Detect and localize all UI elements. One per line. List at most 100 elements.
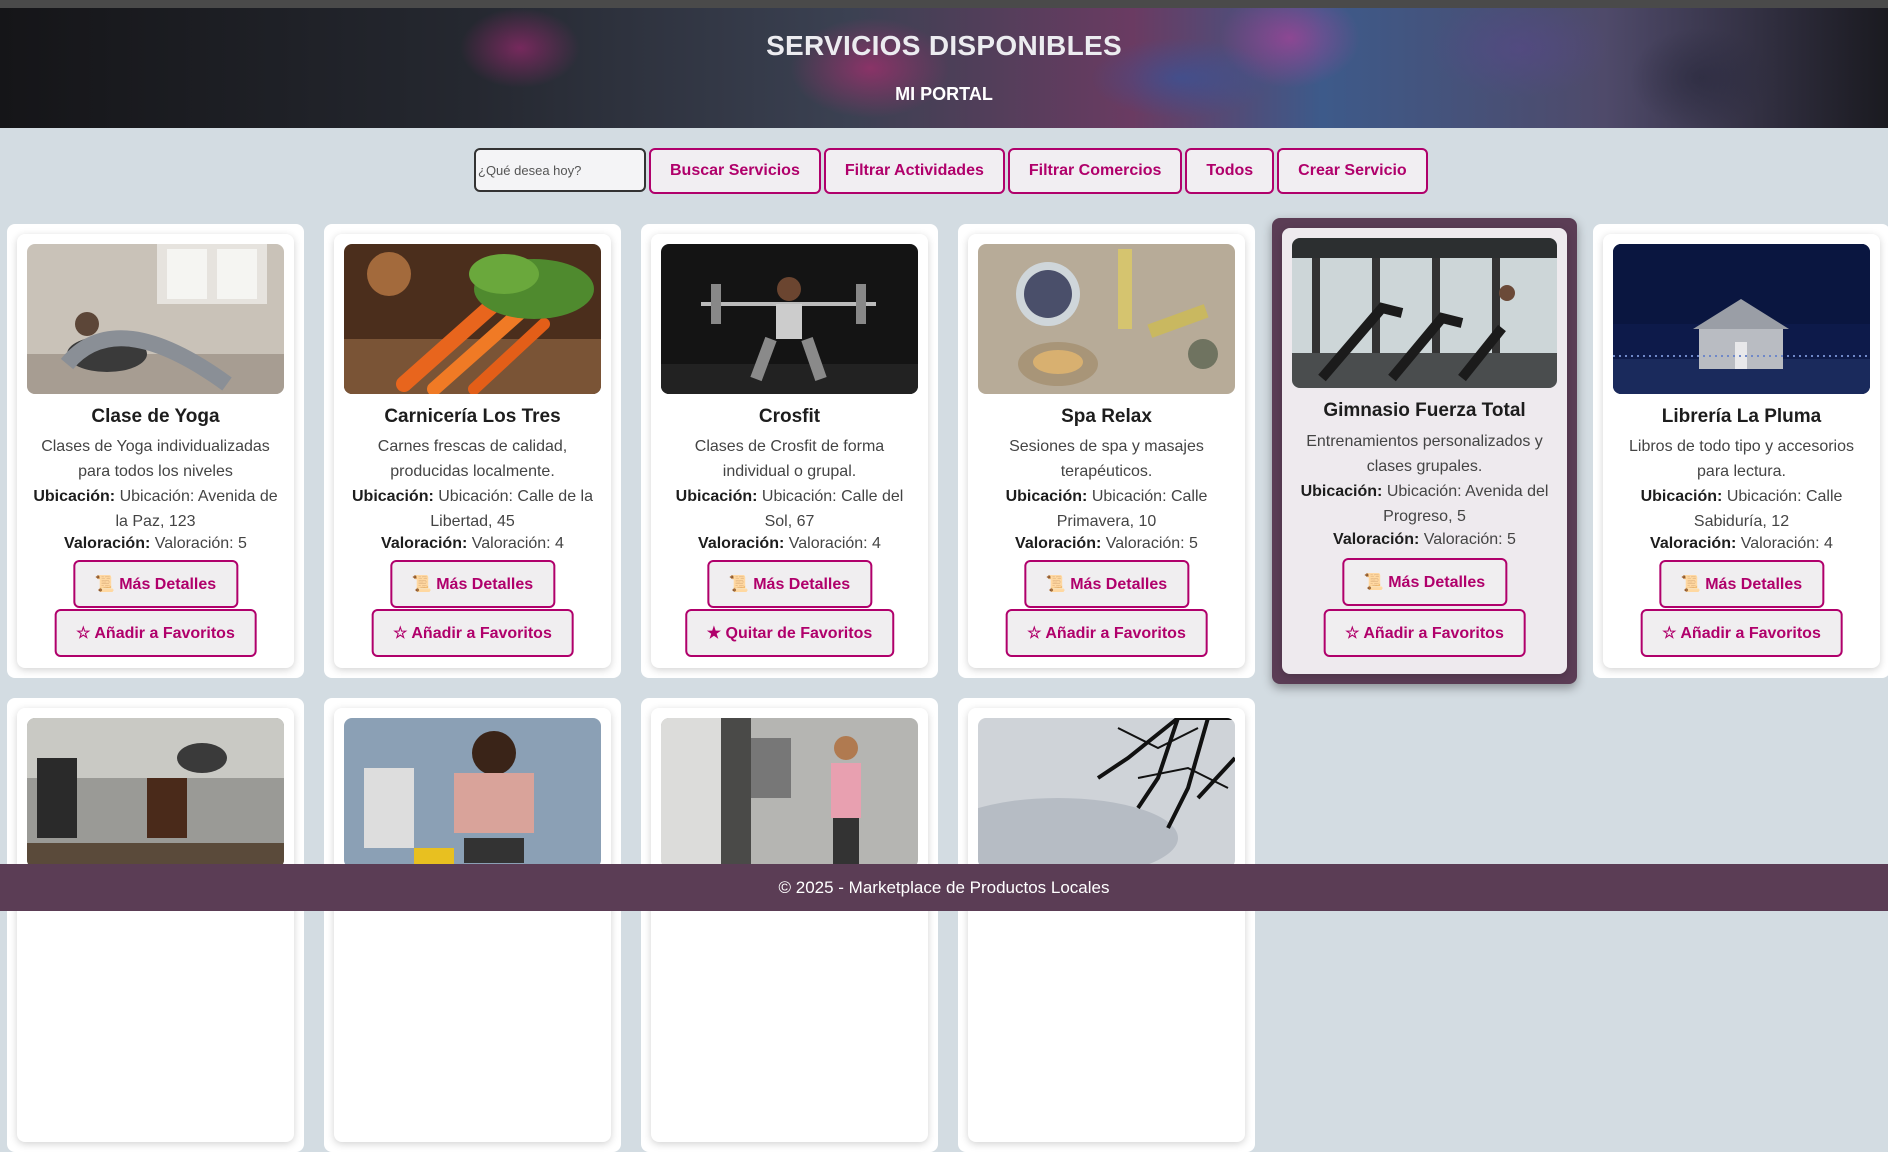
card-rating: Valoración: Valoración: 5 — [968, 535, 1245, 553]
card-description: Sesiones de spa y masajes terapéuticos. — [1009, 438, 1204, 480]
rating-label: Valoración: — [1333, 531, 1420, 548]
service-card: Crosfit Clases de Crosfit de forma indiv… — [641, 224, 938, 678]
more-details-button[interactable]: 📜 Más Detalles — [706, 560, 873, 608]
card-title: Librería La Pluma — [1661, 406, 1822, 427]
tree-sky-photo — [978, 718, 1235, 868]
card-body: Spa Relax Sesiones de spa y masajes tera… — [968, 234, 1245, 668]
location-label: Ubicación: — [352, 488, 434, 505]
location-label: Ubicación: — [1005, 488, 1088, 505]
more-details-button[interactable]: 📜 Más Detalles — [1023, 560, 1190, 608]
filter-shops-button[interactable]: Filtrar Comercios — [1007, 148, 1183, 194]
add-favorite-button[interactable]: ☆ Añadir a Favoritos — [54, 609, 257, 657]
add-favorite-button[interactable]: ☆ Añadir a Favoritos — [371, 609, 574, 657]
coffee-photo — [27, 718, 284, 868]
card-title: Carnicería Los Tres — [384, 406, 561, 427]
search-services-button[interactable]: Buscar Servicios — [649, 148, 821, 194]
rating-label: Valoración: — [698, 535, 785, 552]
all-button[interactable]: Todos — [1185, 148, 1275, 194]
card-body — [334, 708, 611, 1142]
location-value: Ubicación: Calle del Sol, 67 — [761, 488, 904, 530]
location-value: Ubicación: Avenida del Progreso, 5 — [1383, 483, 1549, 525]
service-card — [324, 698, 621, 1152]
card-title: Crosfit — [758, 406, 821, 427]
rating-label: Valoración: — [64, 535, 151, 552]
rating-value: Valoración: 4 — [471, 535, 564, 552]
card-description: Clases de Crosfit de forma individual o … — [694, 438, 885, 480]
rating-value: Valoración: 4 — [1740, 535, 1833, 552]
card-location: Ubicación: Ubicación: Calle Sabiduría, 1… — [1613, 484, 1870, 534]
card-location: Ubicación: Ubicación: Calle Primavera, 1… — [978, 484, 1235, 534]
card-location: Ubicación: Ubicación: Avenida de la Paz,… — [27, 484, 284, 534]
weightlifting-photo — [661, 244, 918, 394]
toolbar: Buscar Servicios Filtrar Actividades Fil… — [474, 148, 1428, 194]
rating-value: Valoración: 4 — [788, 535, 881, 552]
page-title: SERVICIOS DISPONIBLES — [766, 30, 1122, 61]
page-header: SERVICIOS DISPONIBLES MI PORTAL — [0, 8, 1888, 128]
remove-favorite-button[interactable]: ★ Quitar de Favoritos — [684, 609, 895, 657]
service-card: Spa Relax Sesiones de spa y masajes tera… — [958, 224, 1255, 678]
house-night-photo — [1613, 244, 1870, 394]
rating-value: Valoración: 5 — [1105, 535, 1198, 552]
anechoic-room-photo — [661, 718, 918, 868]
rating-value: Valoración: 5 — [1423, 531, 1516, 548]
service-card — [7, 698, 304, 1152]
card-body: Librería La Pluma Libros de todo tipo y … — [1603, 234, 1880, 668]
location-label: Ubicación: — [1640, 488, 1723, 505]
card-description: Libros de todo tipo y accesorios para le… — [1628, 438, 1854, 480]
card-body — [968, 708, 1245, 1142]
card-title: Gimnasio Fuerza Total — [1323, 400, 1526, 421]
card-location: Ubicación: Ubicación: Avenida del Progre… — [1292, 479, 1557, 529]
filter-activities-button[interactable]: Filtrar Actividades — [823, 148, 1005, 194]
location-label: Ubicación: — [1300, 483, 1383, 500]
painting-photo — [344, 718, 601, 868]
add-favorite-button[interactable]: ☆ Añadir a Favoritos — [1323, 609, 1526, 657]
card-description: Clases de Yoga individualizadas para tod… — [41, 438, 270, 480]
card-rating: Valoración: Valoración: 5 — [1282, 531, 1567, 549]
more-details-button[interactable]: 📜 Más Detalles — [389, 560, 556, 608]
card-body — [651, 708, 928, 1142]
service-card: Clase de Yoga Clases de Yoga individuali… — [7, 224, 304, 678]
more-details-button[interactable]: 📜 Más Detalles — [1658, 560, 1825, 608]
card-body: Carnicería Los Tres Carnes frescas de ca… — [334, 234, 611, 668]
card-body: Clase de Yoga Clases de Yoga individuali… — [17, 234, 294, 668]
service-card: Librería La Pluma Libros de todo tipo y … — [1593, 224, 1888, 678]
page-footer: © 2025 - Marketplace de Productos Locale… — [0, 864, 1888, 911]
location-value: Ubicación: Calle de la Libertad, 45 — [430, 488, 593, 530]
more-details-button[interactable]: 📜 Más Detalles — [1341, 558, 1508, 606]
rating-label: Valoración: — [381, 535, 468, 552]
create-service-button[interactable]: Crear Servicio — [1277, 148, 1428, 194]
top-bar — [0, 0, 1888, 8]
rating-value: Valoración: 5 — [154, 535, 247, 552]
card-location: Ubicación: Ubicación: Calle del Sol, 67 — [661, 484, 918, 534]
card-body: Crosfit Clases de Crosfit de forma indiv… — [651, 234, 928, 668]
page-subtitle: MI PORTAL — [895, 84, 993, 104]
location-label: Ubicación: — [33, 488, 116, 505]
spa-photo — [978, 244, 1235, 394]
card-body: Gimnasio Fuerza Total Entrenamientos per… — [1282, 228, 1567, 674]
card-rating: Valoración: Valoración: 4 — [334, 535, 611, 553]
card-rating: Valoración: Valoración: 4 — [651, 535, 928, 553]
location-label: Ubicación: — [675, 488, 758, 505]
card-location: Ubicación: Ubicación: Calle de la Libert… — [344, 484, 601, 534]
add-favorite-button[interactable]: ☆ Añadir a Favoritos — [1640, 609, 1843, 657]
yoga-photo — [27, 244, 284, 394]
rating-label: Valoración: — [1650, 535, 1737, 552]
more-details-button[interactable]: 📜 Más Detalles — [72, 560, 239, 608]
footer-text: © 2025 - Marketplace de Productos Locale… — [778, 878, 1110, 897]
service-card: Carnicería Los Tres Carnes frescas de ca… — [324, 224, 621, 678]
rating-label: Valoración: — [1015, 535, 1102, 552]
card-rating: Valoración: Valoración: 5 — [17, 535, 294, 553]
card-rating: Valoración: Valoración: 4 — [1603, 535, 1880, 553]
card-body — [17, 708, 294, 1142]
location-value: Ubicación: Avenida de la Paz, 123 — [115, 488, 278, 530]
add-favorite-button[interactable]: ☆ Añadir a Favoritos — [1005, 609, 1208, 657]
card-title: Spa Relax — [1061, 406, 1152, 427]
card-description: Entrenamientos personalizados y clases g… — [1306, 433, 1543, 475]
gym-photo — [1292, 238, 1557, 388]
service-card: Gimnasio Fuerza Total Entrenamientos per… — [1272, 218, 1577, 684]
search-input[interactable] — [474, 148, 646, 192]
service-card — [641, 698, 938, 1152]
carrots-photo — [344, 244, 601, 394]
card-title: Clase de Yoga — [91, 406, 220, 427]
service-card — [958, 698, 1255, 1152]
